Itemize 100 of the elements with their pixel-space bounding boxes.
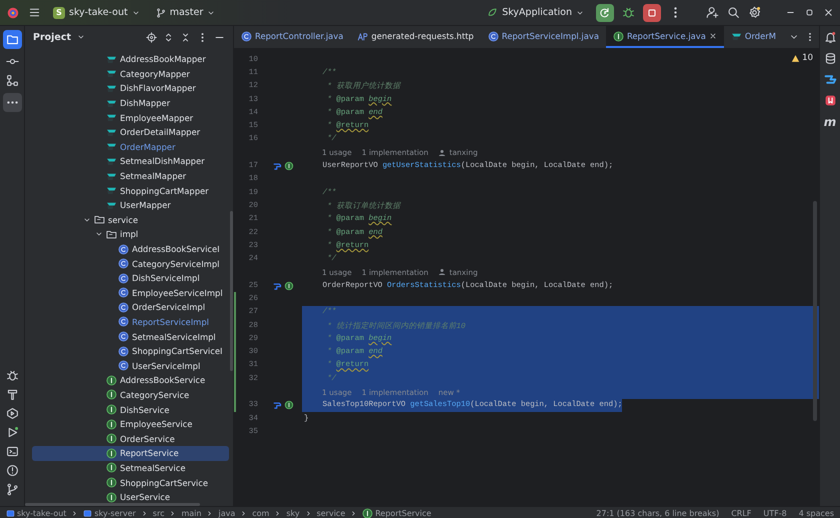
interface-icon — [106, 374, 117, 386]
terminal-icon[interactable] — [6, 445, 18, 458]
breadcrumb[interactable]: main — [181, 508, 202, 518]
branch-icon — [156, 8, 166, 18]
collapse-icon[interactable] — [180, 32, 191, 42]
tree-item[interactable]: AddressBookMapper — [32, 52, 229, 67]
rerun-button[interactable] — [596, 4, 614, 22]
run-icon[interactable] — [6, 426, 18, 439]
interface-icon — [362, 508, 374, 518]
breadcrumb[interactable]: sky-take-out — [6, 508, 66, 518]
tree-item[interactable]: AddressBookService — [32, 373, 229, 388]
tree-item[interactable]: EmployeeServiceImpl — [32, 286, 229, 300]
stop-button[interactable] — [643, 4, 661, 22]
caret-icon[interactable] — [77, 33, 86, 41]
chevron-icon — [140, 510, 148, 516]
editor-tab[interactable]: ReportController.java — [234, 26, 350, 48]
editor-tab[interactable]: OrderM — [724, 26, 783, 48]
tree-item[interactable]: DishService — [32, 402, 229, 417]
breadcrumb[interactable]: com — [252, 508, 270, 518]
tree-item[interactable]: SetmealService — [32, 460, 229, 476]
debug-icon[interactable] — [622, 6, 635, 19]
tree-item[interactable]: CategoryServiceImpl — [32, 256, 229, 271]
app-logo-icon[interactable] — [6, 6, 20, 20]
bell-icon[interactable] — [824, 31, 836, 44]
bug-icon[interactable] — [6, 369, 18, 382]
hammer-icon[interactable] — [6, 388, 18, 401]
scrollbar[interactable] — [25, 503, 200, 506]
more-tools-button[interactable] — [2, 93, 22, 112]
tree-item[interactable]: impl — [32, 227, 229, 242]
breadcrumb[interactable]: sky — [286, 508, 300, 518]
tree-item[interactable]: SetmealDishMapper — [32, 154, 229, 169]
services-icon[interactable] — [6, 407, 18, 420]
branch-selector[interactable]: master — [152, 5, 220, 20]
restore-icon[interactable] — [804, 7, 815, 18]
maven-button[interactable]: m — [824, 115, 836, 129]
git-icon[interactable] — [6, 483, 18, 496]
settings-icon[interactable] — [748, 6, 761, 19]
expand-icon[interactable] — [163, 32, 174, 42]
tree-item[interactable]: ShoppingCartServiceI — [32, 344, 229, 358]
tree-item[interactable]: OrderMapper — [32, 140, 229, 154]
tree-item[interactable]: UserService — [32, 490, 229, 504]
structure-icon[interactable] — [6, 74, 18, 87]
editor-tab[interactable]: generated-requests.http — [350, 26, 481, 48]
breadcrumb[interactable]: sky-server — [83, 508, 136, 518]
menu-icon[interactable] — [28, 6, 41, 19]
add-user-icon[interactable] — [706, 6, 719, 19]
tree-item[interactable]: ReportServiceImpl — [32, 314, 229, 330]
class-icon — [118, 360, 129, 372]
interface-icon[interactable] — [284, 161, 294, 172]
chevron-icon — [304, 510, 312, 516]
chevron-icon — [274, 510, 282, 516]
file-encoding[interactable]: UTF-8 — [763, 508, 787, 518]
tree-item[interactable]: OrderDetailMapper — [32, 124, 229, 140]
warnings-indicator[interactable]: 10 — [791, 53, 813, 63]
tree-item[interactable]: AddressBookServiceI — [32, 242, 229, 256]
cursor-position[interactable]: 27:1 (163 chars, 6 line breaks) — [596, 508, 720, 518]
tree-item[interactable]: DishFlavorMapper — [32, 81, 229, 96]
person-icon — [438, 148, 446, 157]
tree-item[interactable]: ShoppingCartService — [32, 475, 229, 490]
tree-item[interactable]: DishServiceImpl — [32, 270, 229, 286]
editor-tab[interactable]: ReportServiceImpl.java — [480, 26, 606, 48]
tree-item[interactable]: SetmealServiceImpl — [32, 329, 229, 344]
interface-icon[interactable] — [284, 280, 294, 291]
scrollbar[interactable] — [230, 211, 233, 371]
close-icon[interactable] — [708, 32, 717, 40]
project-selector[interactable]: S sky-take-out — [49, 4, 144, 20]
run-config-selector[interactable]: SkyApplication — [483, 5, 588, 20]
class-icon — [118, 287, 129, 298]
database-icon[interactable] — [824, 52, 836, 65]
tree-item[interactable]: CategoryMapper — [32, 66, 229, 82]
tree-item[interactable]: UserMapper — [32, 198, 229, 213]
locate-icon[interactable] — [146, 32, 157, 42]
tree-item[interactable]: SetmealMapper — [32, 168, 229, 184]
panel-title[interactable]: Project — [33, 32, 72, 42]
tree-item[interactable]: DishMapper — [32, 96, 229, 110]
line-separator[interactable]: CRLF — [731, 508, 752, 518]
tree-item[interactable]: CategoryService — [32, 388, 229, 402]
breadcrumb[interactable]: ReportService — [362, 508, 432, 518]
search-icon[interactable] — [727, 6, 740, 19]
interface-icon — [106, 462, 117, 474]
tree-item[interactable]: ReportService — [32, 446, 229, 461]
interface-icon — [106, 418, 117, 430]
tree-item[interactable]: EmployeeService — [32, 416, 229, 432]
interface-icon[interactable] — [284, 400, 294, 410]
breadcrumb[interactable]: service — [316, 508, 346, 518]
breadcrumb[interactable]: java — [218, 508, 236, 518]
editor-tab[interactable]: ReportService.java — [606, 26, 724, 48]
tree-item[interactable]: OrderService — [32, 431, 229, 446]
indent-setting[interactable]: 4 spaces — [798, 508, 834, 518]
project-tool-button[interactable] — [2, 30, 22, 49]
tree-item[interactable]: OrderServiceImpl — [32, 300, 229, 315]
tree-item[interactable]: ShoppingCartMapper — [32, 183, 229, 198]
breadcrumb[interactable]: src — [152, 508, 164, 518]
tree-item[interactable]: EmployeeMapper — [32, 110, 229, 125]
tree-item[interactable]: service — [32, 212, 229, 228]
scrollbar[interactable] — [813, 201, 817, 421]
close-icon[interactable] — [823, 7, 834, 18]
problems-icon[interactable] — [6, 464, 18, 477]
warning-icon — [791, 54, 800, 62]
tree-item[interactable]: UserServiceImpl — [32, 358, 229, 374]
